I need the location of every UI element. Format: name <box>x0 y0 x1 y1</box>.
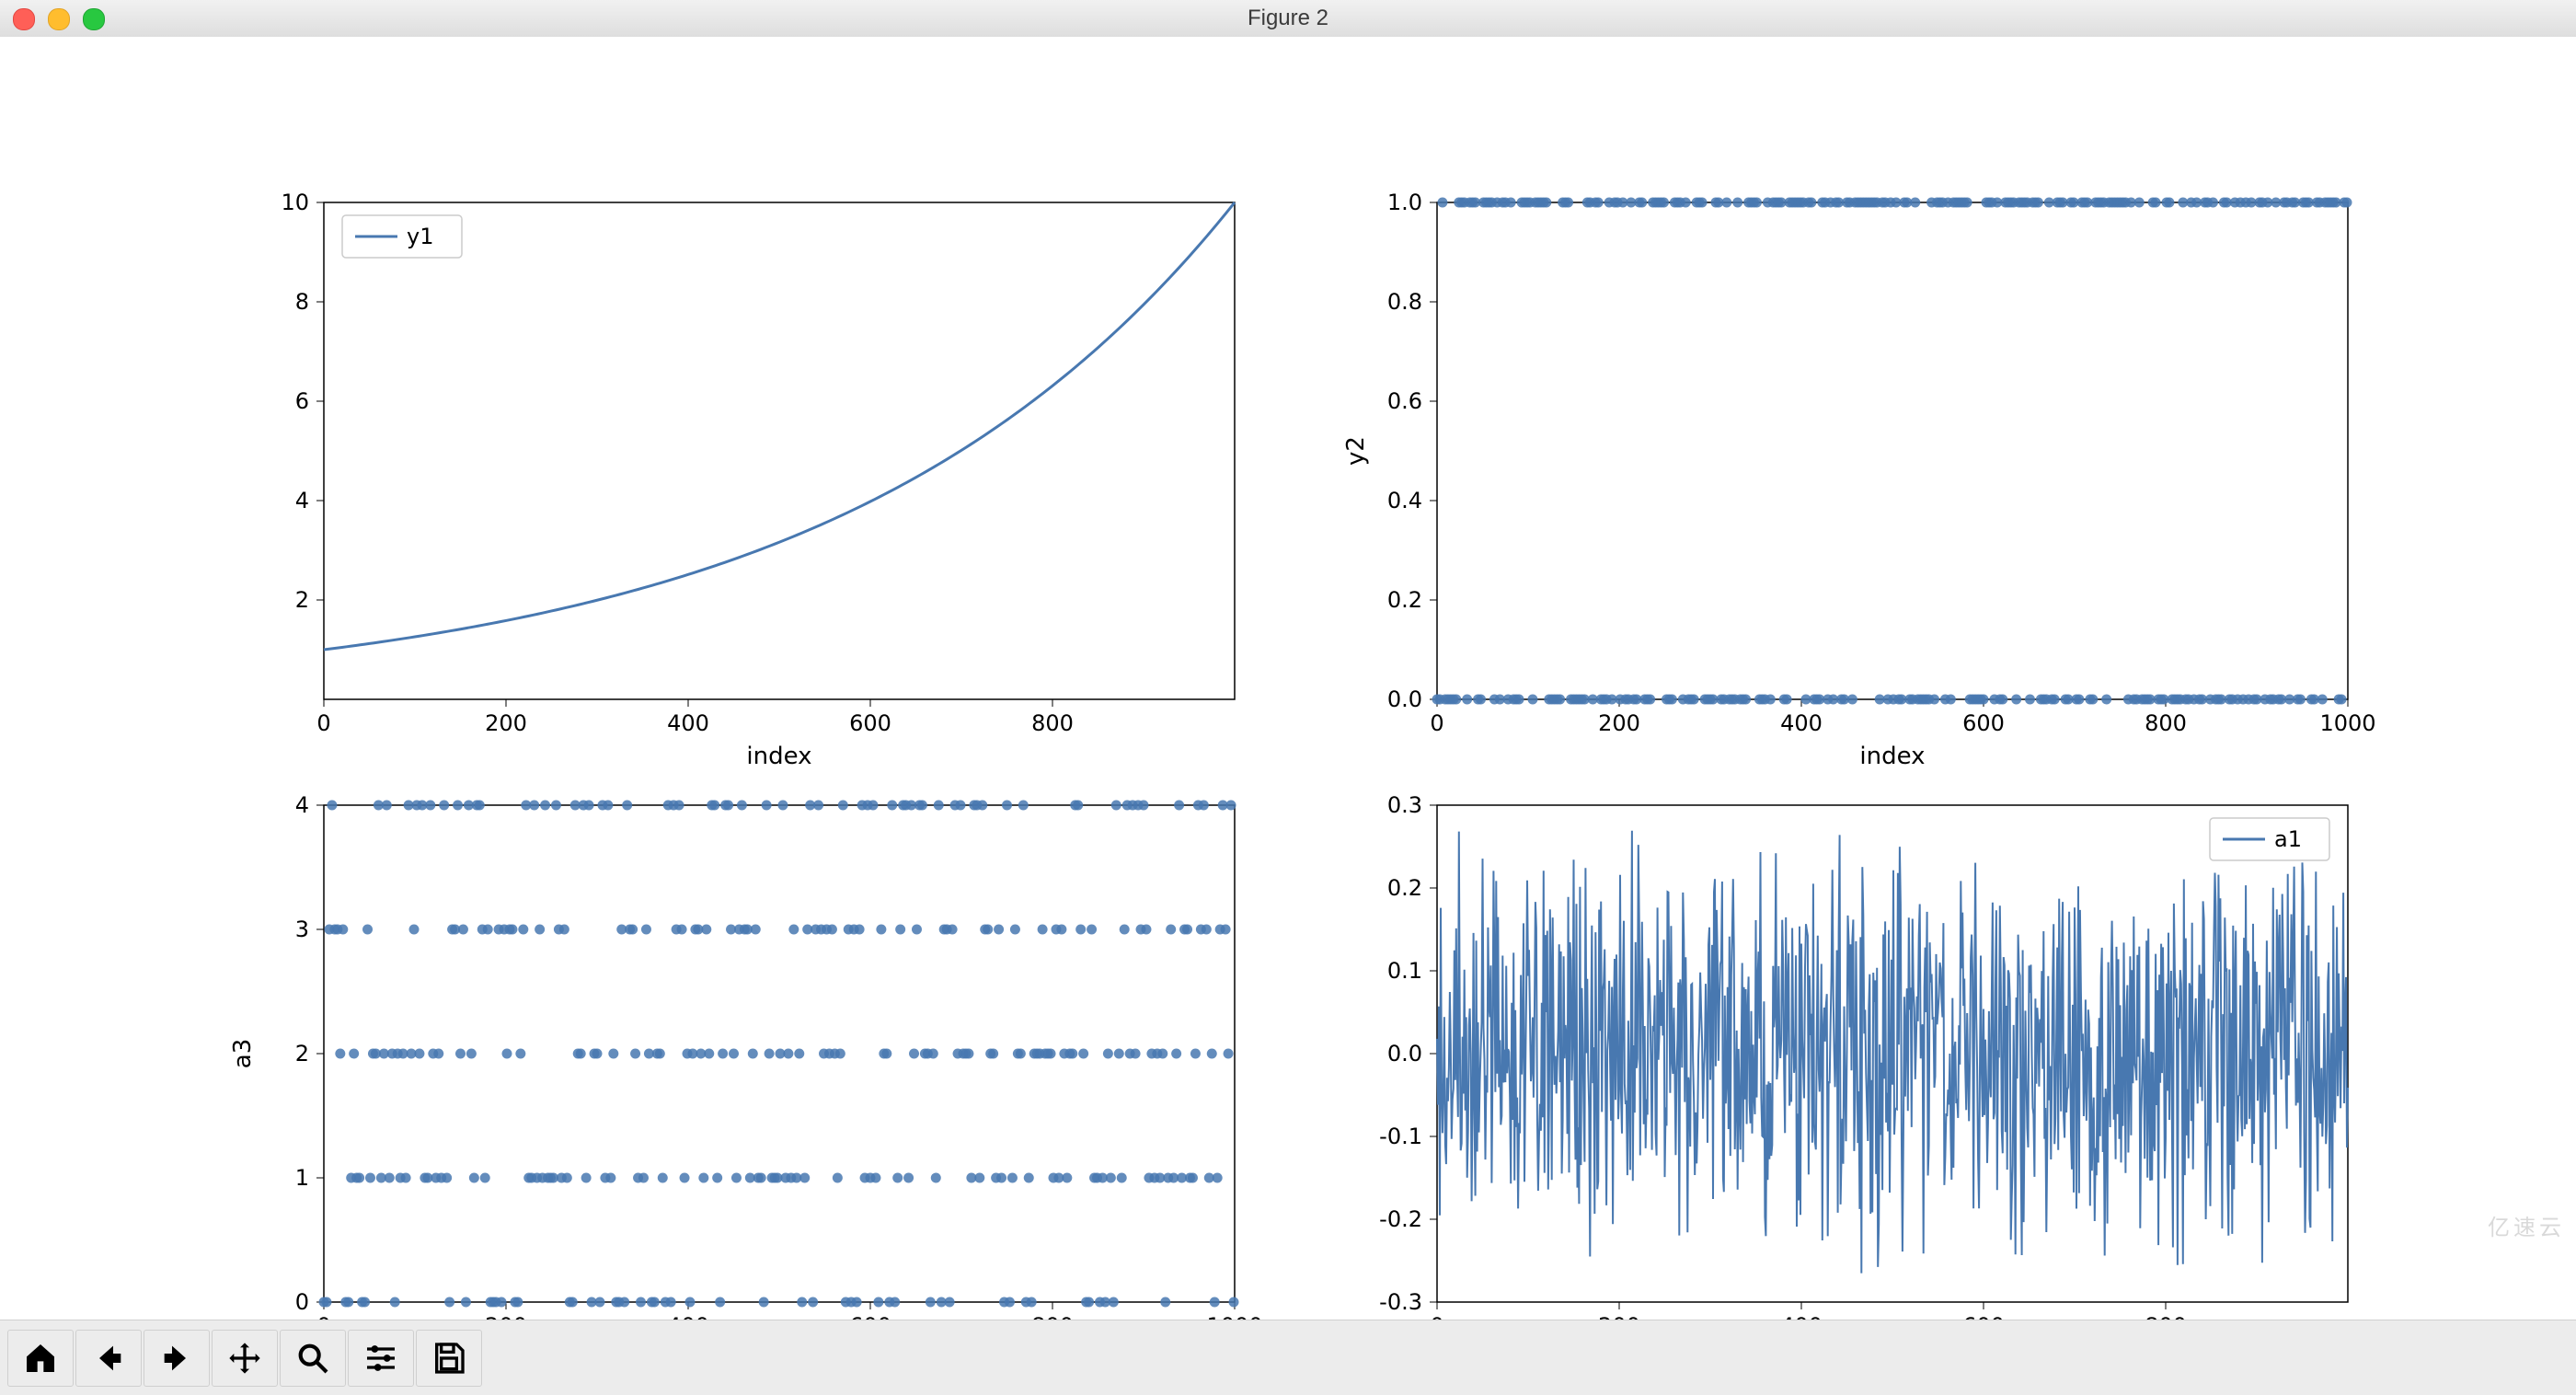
svg-text:400: 400 <box>667 710 709 736</box>
svg-text:-0.3: -0.3 <box>1379 1289 1422 1315</box>
window-title: Figure 2 <box>1248 6 1328 31</box>
window-zoom-icon[interactable] <box>83 8 105 30</box>
svg-text:0: 0 <box>1430 710 1443 736</box>
svg-text:1.0: 1.0 <box>1387 190 1422 215</box>
forward-button[interactable] <box>144 1330 210 1387</box>
configure-button[interactable] <box>348 1330 414 1387</box>
svg-text:y1: y1 <box>407 224 433 249</box>
svg-text:400: 400 <box>1780 710 1823 736</box>
save-button[interactable] <box>416 1330 482 1387</box>
svg-text:200: 200 <box>485 710 527 736</box>
svg-text:200: 200 <box>1598 710 1640 736</box>
svg-text:0: 0 <box>295 1289 309 1315</box>
svg-text:800: 800 <box>1031 710 1074 736</box>
svg-text:y2: y2 <box>1342 436 1370 466</box>
pan-button[interactable] <box>212 1330 278 1387</box>
svg-text:0.6: 0.6 <box>1387 388 1422 414</box>
figure-canvas: 0200400600800246810indexy102004006008001… <box>0 37 2576 1320</box>
home-button[interactable] <box>7 1330 74 1387</box>
svg-text:1000: 1000 <box>2319 710 2375 736</box>
watermark: 亿速云 <box>2488 1209 2565 1241</box>
svg-text:0.8: 0.8 <box>1387 289 1422 315</box>
svg-text:-0.1: -0.1 <box>1379 1124 1422 1149</box>
svg-text:0: 0 <box>316 710 330 736</box>
svg-text:1: 1 <box>295 1165 309 1191</box>
window-titlebar: Figure 2 <box>0 0 2576 38</box>
svg-text:4: 4 <box>295 488 309 513</box>
svg-text:8: 8 <box>295 289 309 315</box>
svg-text:0.0: 0.0 <box>1387 1041 1422 1066</box>
window-close-icon[interactable] <box>13 8 35 30</box>
svg-text:2: 2 <box>295 1041 309 1066</box>
svg-text:0.0: 0.0 <box>1387 686 1422 712</box>
svg-text:800: 800 <box>2145 710 2187 736</box>
svg-text:index: index <box>746 743 811 770</box>
mpl-toolbar <box>0 1320 2576 1395</box>
svg-text:600: 600 <box>849 710 891 736</box>
svg-text:0.2: 0.2 <box>1387 587 1422 613</box>
svg-text:0.1: 0.1 <box>1387 958 1422 984</box>
svg-text:a1: a1 <box>2274 826 2302 852</box>
svg-text:600: 600 <box>1962 710 2005 736</box>
svg-text:6: 6 <box>295 388 309 414</box>
svg-text:0.3: 0.3 <box>1387 792 1422 818</box>
back-button[interactable] <box>75 1330 142 1387</box>
zoom-button[interactable] <box>280 1330 346 1387</box>
svg-text:4: 4 <box>295 792 309 818</box>
svg-text:10: 10 <box>281 190 309 215</box>
svg-text:-0.2: -0.2 <box>1379 1206 1422 1232</box>
svg-text:a3: a3 <box>229 1039 257 1068</box>
window-minimize-icon[interactable] <box>48 8 70 30</box>
svg-text:2: 2 <box>295 587 309 613</box>
svg-text:0.2: 0.2 <box>1387 875 1422 901</box>
svg-text:0.4: 0.4 <box>1387 488 1422 513</box>
svg-text:index: index <box>1859 743 1925 770</box>
svg-text:3: 3 <box>295 917 309 942</box>
